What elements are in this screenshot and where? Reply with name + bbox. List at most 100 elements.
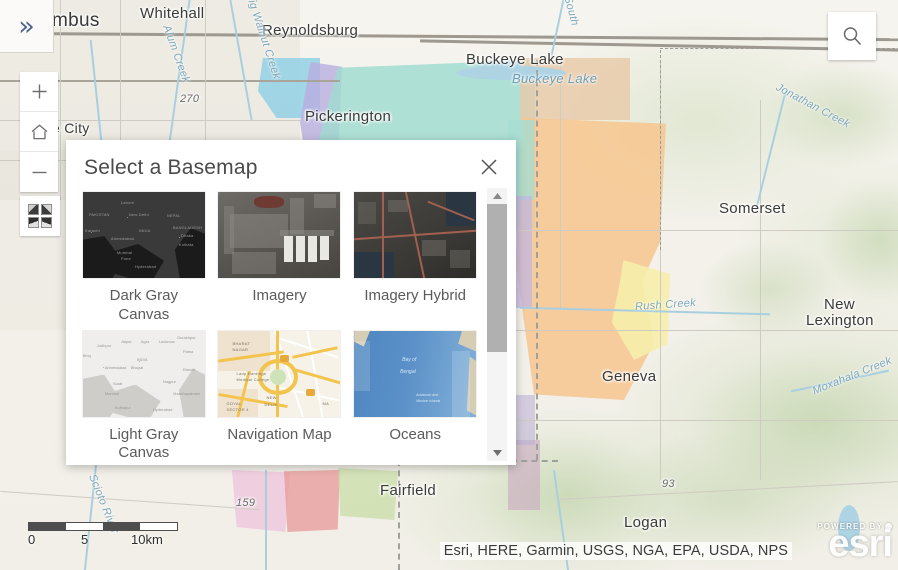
map-label: Fairfield: [380, 482, 437, 499]
river: [755, 90, 787, 210]
road: [60, 0, 61, 200]
dialog-title: Select a Basemap: [84, 156, 258, 179]
basemap-label: Imagery Hybrid: [364, 287, 467, 304]
map-label: Pickerington: [305, 108, 392, 125]
lake: [838, 505, 860, 551]
district-polygon: [516, 118, 666, 400]
river: [229, 0, 253, 120]
county-boundary: [536, 60, 538, 460]
map-label: Buckeye Lake: [512, 71, 598, 86]
road: [560, 481, 898, 500]
map-application: mbus Whitehall Reynoldsburg e City Pickering…: [0, 0, 898, 570]
basemap-item-navigation-map[interactable]: BHARAT NAGAR Lady Hardinge Medical Colle…: [212, 327, 348, 464]
lake: [456, 66, 566, 80]
triangle-up-icon: [492, 193, 502, 199]
basemap-item-dark-gray-canvas[interactable]: Lahore PAKISTAN New Delhi NEPAL Karachi …: [76, 188, 212, 325]
road: [500, 420, 898, 421]
scrollbar-track[interactable]: [487, 204, 507, 445]
river: [549, 0, 565, 60]
triangle-down-icon: [492, 450, 502, 456]
map-label: Buckeye Lake: [466, 51, 564, 68]
river: [790, 369, 890, 393]
scroll-up-button[interactable]: [487, 188, 507, 204]
terrain-relief: [690, 350, 898, 500]
highway: [420, 39, 898, 52]
basemap-item-imagery[interactable]: Imagery: [212, 188, 348, 325]
map-label: South: [561, 0, 581, 28]
select-basemap-dialog: Select a Basemap Lahore PAKISTAN New Del…: [66, 140, 516, 465]
road: [500, 330, 898, 331]
basemap-item-light-gray-canvas[interactable]: Jodhpur Jaipur Agra Lucknow Gorakhpur Pa…: [76, 327, 212, 464]
home-button[interactable]: [20, 112, 58, 152]
scrollbar-thumb[interactable]: [487, 204, 507, 352]
basemap-label: Imagery: [252, 287, 307, 304]
search-button[interactable]: [828, 12, 876, 60]
map-label: Whitehall: [140, 5, 205, 22]
light-gray-canvas-thumbnail: Jodhpur Jaipur Agra Lucknow Gorakhpur Pa…: [82, 330, 205, 417]
map-label: Scioto River: [86, 472, 121, 536]
river: [167, 0, 191, 150]
map-label: 270: [180, 93, 200, 105]
map-label: Geneva: [602, 368, 657, 385]
terrain-relief: [820, 180, 898, 300]
close-icon: [481, 159, 497, 175]
home-icon: [31, 124, 47, 139]
road: [760, 100, 761, 480]
zoom-controls: [20, 72, 58, 192]
zoom-out-button[interactable]: [20, 152, 58, 192]
attribution-text[interactable]: Esri, HERE, Garmin, USGS, NGA, EPA, USDA…: [439, 542, 792, 560]
basemap-label: Oceans: [389, 425, 442, 443]
district-polygon: [611, 260, 670, 360]
map-label: Big Walnut Creek: [243, 0, 283, 81]
district-polygon: [258, 58, 320, 118]
map-label: Logan: [624, 514, 668, 531]
zoom-in-button[interactable]: [20, 72, 58, 112]
terrain-relief: [700, 240, 840, 340]
county-boundary: [660, 50, 661, 250]
search-icon: [843, 27, 861, 45]
map-label: New: [824, 296, 855, 313]
map-label: Alum Creek: [160, 23, 193, 85]
basemap-list: Lahore PAKISTAN New Delhi NEPAL Karachi …: [76, 186, 483, 465]
basemap-item-oceans[interactable]: Bay of Bengal Andaman and Nicobar Island…: [347, 327, 483, 464]
expand-panel-button[interactable]: »: [0, 0, 54, 53]
lake: [478, 60, 522, 72]
basemap-gallery-icon: [28, 204, 52, 228]
imagery-thumbnail: [218, 192, 341, 278]
imagery-hybrid-thumbnail: [354, 192, 477, 278]
district-polygon: [232, 470, 290, 532]
plus-icon: [32, 84, 46, 99]
dialog-header: Select a Basemap: [66, 140, 516, 186]
basemap-item-imagery-hybrid[interactable]: Imagery Hybrid: [347, 188, 483, 325]
map-label: Rush Creek: [634, 296, 697, 314]
dialog-body: Lahore PAKISTAN New Delhi NEPAL Karachi …: [66, 186, 516, 465]
double-chevron-right-icon: »: [18, 10, 35, 42]
map-label: Jonathan Creek: [773, 81, 852, 131]
map-label: Somerset: [719, 200, 786, 217]
district-polygon: [338, 468, 398, 520]
county-boundary: [398, 460, 400, 570]
map-label: Reynoldsburg: [262, 22, 359, 39]
oceans-thumbnail: Bay of Bengal Andaman and Nicobar Island…: [354, 330, 477, 417]
road: [560, 60, 561, 310]
district-polygon: [284, 470, 340, 532]
basemap-gallery-button[interactable]: [20, 196, 60, 236]
river: [520, 306, 770, 316]
basemap-label: Navigation Map: [227, 425, 332, 443]
river: [83, 455, 99, 570]
highway: [0, 31, 898, 42]
road: [500, 230, 898, 231]
navigation-map-thumbnail: BHARAT NAGAR Lady Hardinge Medical Colle…: [218, 330, 341, 417]
map-label: mbus: [52, 10, 100, 31]
close-button[interactable]: [476, 154, 502, 180]
basemap-label: Dark Gray Canvas: [109, 287, 178, 323]
scroll-down-button[interactable]: [487, 445, 507, 461]
basemap-label: Light Gray Canvas: [109, 425, 179, 462]
basemap-list-scrollbar[interactable]: [487, 188, 507, 461]
minus-icon: [32, 171, 46, 173]
map-label: 93: [662, 478, 675, 490]
terrain-relief: [760, 60, 898, 170]
dark-gray-canvas-thumbnail: Lahore PAKISTAN New Delhi NEPAL Karachi …: [82, 192, 205, 278]
map-label: Moxahala Creek: [810, 354, 894, 398]
map-label: Lexington: [806, 312, 874, 329]
